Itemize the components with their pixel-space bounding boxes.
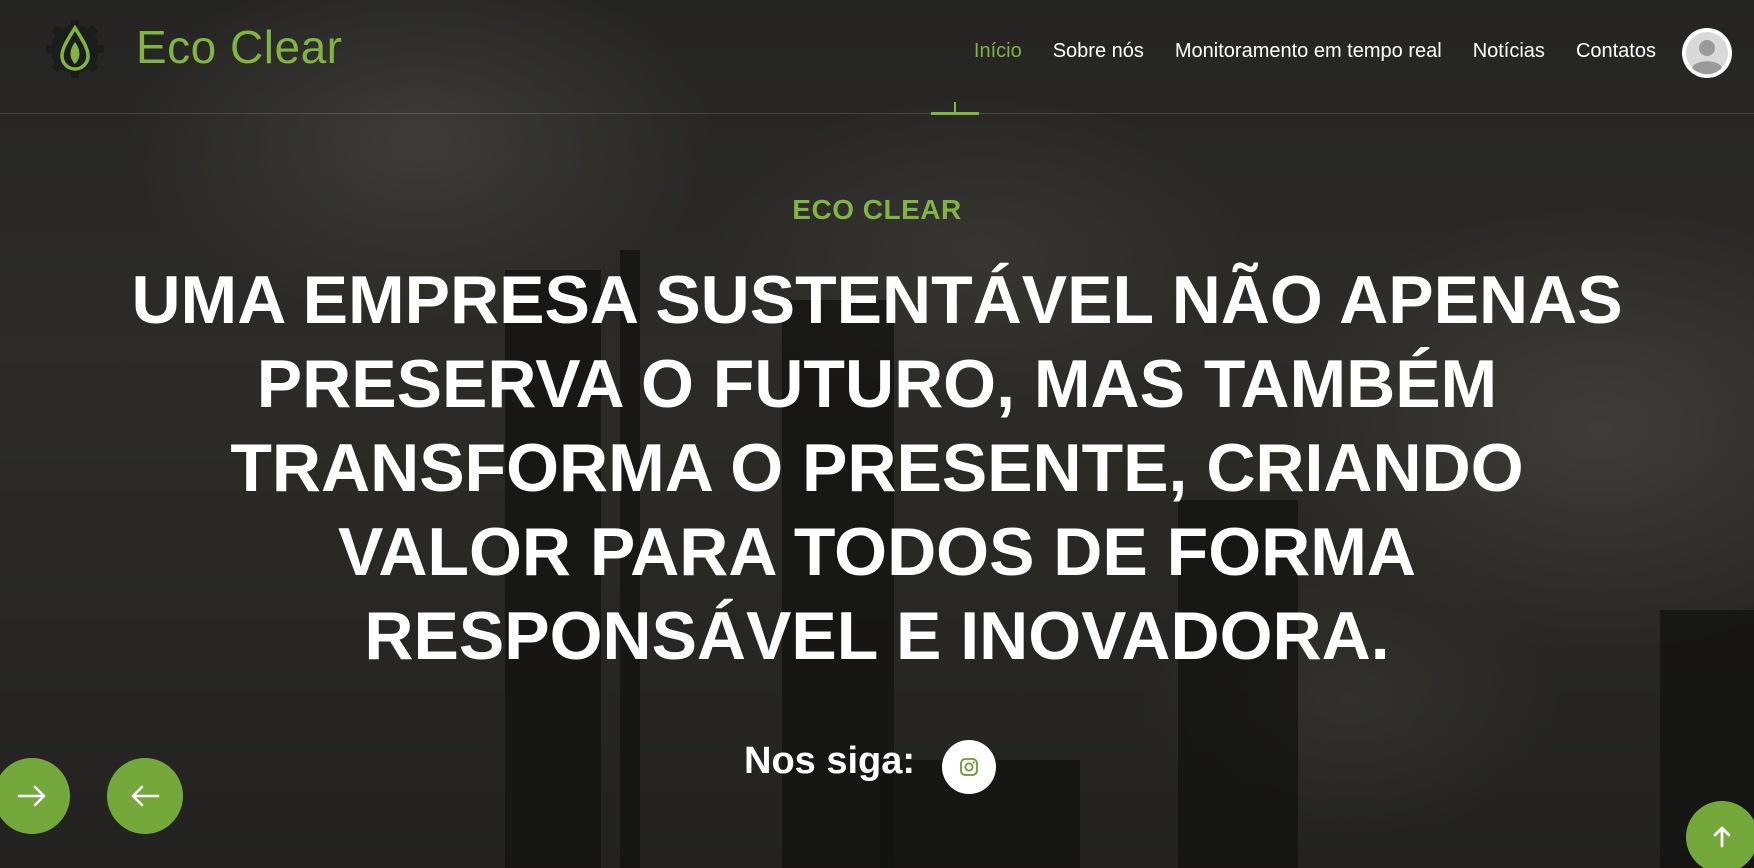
nav-item-inicio[interactable]: Início [974, 40, 1022, 63]
main-nav: Início Sobre nós Monitoramento em tempo … [974, 40, 1656, 63]
slider-prev-button[interactable] [107, 758, 183, 834]
back-to-top-button[interactable] [1686, 801, 1754, 868]
follow-label: Nos siga: [744, 740, 916, 782]
instagram-button[interactable] [942, 740, 996, 794]
hero-eyebrow: ECO CLEAR [792, 194, 962, 225]
arrow-right-icon [17, 785, 46, 807]
brand-name[interactable]: Eco Clear [136, 20, 342, 74]
nav-item-monitoramento[interactable]: Monitoramento em tempo real [1175, 40, 1442, 63]
nav-item-noticias[interactable]: Notícias [1473, 40, 1545, 63]
arrow-up-icon [1713, 826, 1731, 848]
nav-item-sobre-nos[interactable]: Sobre nós [1053, 40, 1144, 63]
user-avatar-icon[interactable] [1682, 28, 1732, 78]
nav-item-contatos[interactable]: Contatos [1576, 40, 1656, 63]
hero-headline: UMA EMPRESA SUSTENTÁVEL NÃO APENAS PRESE… [131, 262, 1623, 674]
eco-clear-logo-icon[interactable] [44, 18, 106, 80]
hero-section: Eco Clear Início Sobre nós Monitoramento… [0, 0, 1754, 868]
arrow-left-icon [131, 785, 160, 807]
instagram-icon [960, 758, 978, 776]
active-nav-indicator [931, 102, 979, 115]
site-header: Eco Clear Início Sobre nós Monitoramento… [0, 0, 1754, 115]
